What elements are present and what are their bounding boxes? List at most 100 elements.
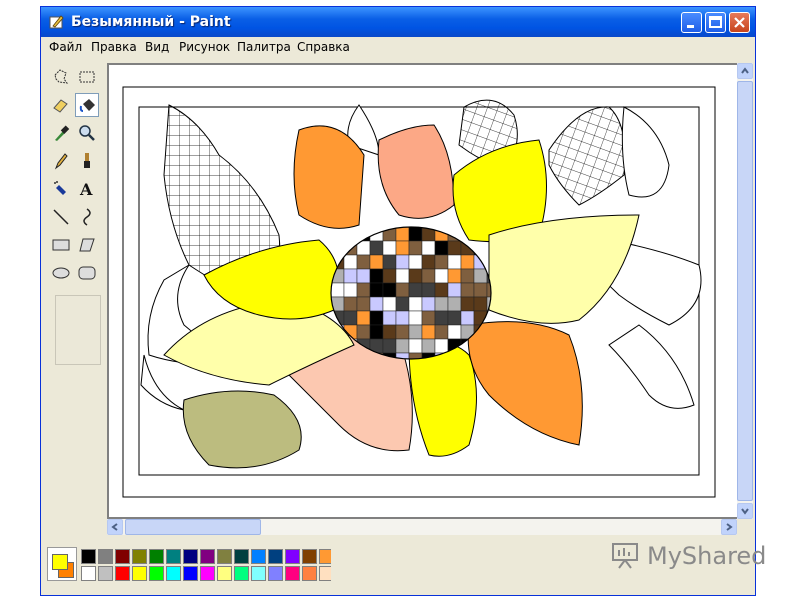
palette-swatch[interactable] xyxy=(149,549,164,564)
pencil-icon xyxy=(54,153,68,170)
canvas-area[interactable] xyxy=(107,63,737,519)
palette-swatch[interactable] xyxy=(166,549,181,564)
center-tile xyxy=(473,282,488,298)
center-tile xyxy=(421,296,436,312)
curve-tool[interactable] xyxy=(75,205,99,229)
scroll-right-button[interactable] xyxy=(721,519,737,535)
palette-swatch[interactable] xyxy=(268,549,283,564)
menu-file[interactable]: Файл xyxy=(49,40,82,54)
center-tile xyxy=(421,254,436,270)
center-tile xyxy=(395,227,410,242)
menu-palette[interactable]: Палитра xyxy=(237,40,291,54)
watermark-text: MyShared xyxy=(647,542,767,570)
palette-swatch[interactable] xyxy=(217,549,232,564)
fill-bucket-icon xyxy=(79,99,95,112)
magnifier-tool[interactable] xyxy=(75,121,99,145)
palette-swatch[interactable] xyxy=(200,549,215,564)
palette-swatch[interactable] xyxy=(132,549,147,564)
center-tile xyxy=(408,268,423,284)
rectangle-tool[interactable] xyxy=(49,233,73,257)
menu-edit[interactable]: Правка xyxy=(91,40,137,54)
window-title: Безымянный - Paint xyxy=(71,14,231,30)
airbrush-tool[interactable] xyxy=(49,177,73,201)
brush-tool[interactable] xyxy=(75,149,99,173)
petal-orange-top-left xyxy=(293,125,365,229)
palette-swatch[interactable] xyxy=(251,566,266,581)
free-select-tool[interactable] xyxy=(49,65,73,89)
tool-options-panel[interactable] xyxy=(55,295,101,365)
center-tile xyxy=(369,240,384,256)
horizontal-scrollbar[interactable] xyxy=(107,519,737,535)
fill-bucket-tool[interactable] xyxy=(75,93,99,117)
current-colors[interactable] xyxy=(47,547,77,581)
rounded-rect-tool[interactable] xyxy=(75,261,99,285)
rect-select-icon xyxy=(79,71,95,83)
ellipse-tool[interactable] xyxy=(49,261,73,285)
rect-select-tool[interactable] xyxy=(75,65,99,89)
color-palette xyxy=(47,545,334,585)
palette-swatch[interactable] xyxy=(302,549,317,564)
palette-swatch[interactable] xyxy=(81,566,96,581)
center-tile xyxy=(434,296,449,312)
vertical-scroll-thumb[interactable] xyxy=(737,81,753,501)
center-tile xyxy=(434,240,449,256)
palette-swatch[interactable] xyxy=(183,566,198,581)
center-tile xyxy=(421,324,436,340)
center-tile xyxy=(369,282,384,298)
pencil-tool[interactable] xyxy=(49,149,73,173)
center-tile xyxy=(408,324,423,340)
maximize-button[interactable] xyxy=(705,12,726,33)
drawing-canvas[interactable] xyxy=(109,65,737,517)
minimize-button[interactable] xyxy=(681,12,702,33)
center-tile xyxy=(356,324,371,340)
foreground-color-swatch[interactable] xyxy=(52,554,68,570)
menu-help[interactable]: Справка xyxy=(297,40,350,54)
eraser-tool[interactable] xyxy=(49,93,73,117)
palette-swatch[interactable] xyxy=(285,549,300,564)
polygon-tool[interactable] xyxy=(75,233,99,257)
center-tile xyxy=(447,296,462,312)
menu-view[interactable]: Вид xyxy=(145,40,169,54)
scroll-up-button[interactable] xyxy=(737,63,753,79)
center-tile xyxy=(434,268,449,284)
center-tile xyxy=(395,268,410,284)
polygon-icon xyxy=(79,238,95,252)
palette-swatch[interactable] xyxy=(115,566,130,581)
palette-swatch[interactable] xyxy=(217,566,232,581)
center-tile xyxy=(395,282,410,298)
center-tile xyxy=(434,324,449,340)
palette-swatch[interactable] xyxy=(81,549,96,564)
center-tile xyxy=(343,296,358,312)
center-tile xyxy=(434,338,449,354)
menu-image[interactable]: Рисунок xyxy=(179,40,230,54)
scroll-down-button[interactable] xyxy=(737,503,753,519)
palette-swatch[interactable] xyxy=(200,566,215,581)
vertical-scrollbar[interactable] xyxy=(737,63,753,519)
center-tile xyxy=(408,227,423,242)
palette-swatch[interactable] xyxy=(149,566,164,581)
scroll-left-button[interactable] xyxy=(107,519,123,535)
close-button[interactable] xyxy=(729,12,750,33)
palette-swatch[interactable] xyxy=(234,549,249,564)
palette-swatch[interactable] xyxy=(166,566,181,581)
horizontal-scroll-thumb[interactable] xyxy=(125,519,261,535)
palette-swatch[interactable] xyxy=(98,566,113,581)
palette-swatch[interactable] xyxy=(251,549,266,564)
center-tile xyxy=(395,338,410,354)
line-tool[interactable] xyxy=(49,205,73,229)
palette-swatch[interactable] xyxy=(268,566,283,581)
palette-swatch[interactable] xyxy=(115,549,130,564)
center-tile xyxy=(382,240,397,256)
palette-swatch[interactable] xyxy=(183,549,198,564)
palette-swatch[interactable] xyxy=(132,566,147,581)
palette-swatch[interactable] xyxy=(234,566,249,581)
palette-swatch[interactable] xyxy=(98,549,113,564)
center-tile xyxy=(356,254,371,270)
center-tile xyxy=(369,324,384,340)
color-picker-tool[interactable] xyxy=(49,121,73,145)
palette-swatch[interactable] xyxy=(302,566,317,581)
title-bar[interactable]: Безымянный - Paint xyxy=(41,7,755,37)
text-tool[interactable]: A xyxy=(75,177,99,201)
palette-swatch[interactable] xyxy=(285,566,300,581)
center-tile xyxy=(408,338,423,354)
